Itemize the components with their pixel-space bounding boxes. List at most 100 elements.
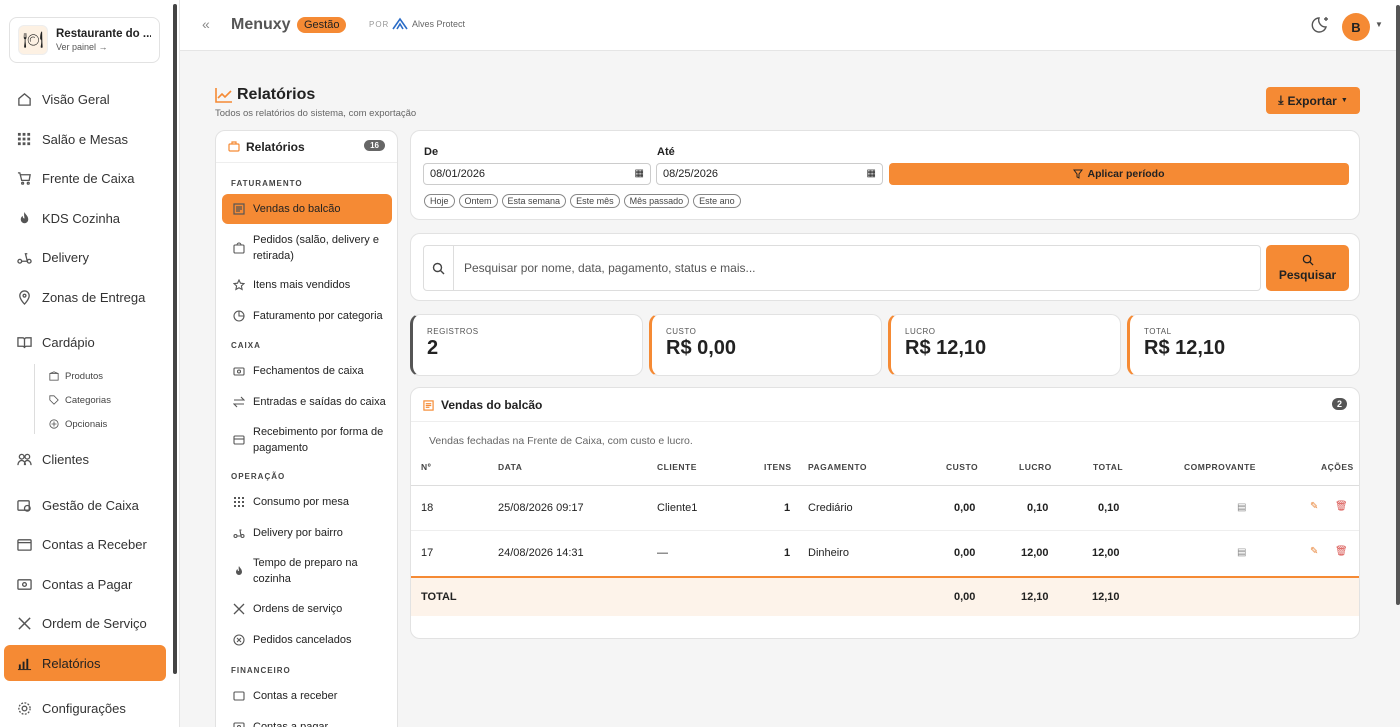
user-avatar[interactable]: B [1342,13,1370,41]
reports-count-badge: 16 [364,140,385,151]
home-icon [16,91,32,107]
receipt-icon [423,399,434,411]
nav-label: Configurações [42,700,126,716]
chip-hoje[interactable]: Hoje [424,194,455,208]
report-itens-mais-vendidos[interactable]: Itens mais vendidos [222,275,392,295]
search-button[interactable]: Pesquisar [1266,245,1349,291]
app-name: Menuxy [231,16,291,33]
nav-label: Contas a Receber [42,536,147,552]
search-input[interactable]: Pesquisar por nome, data, pagamento, sta… [423,245,1261,291]
chevron-down-icon[interactable]: ▼ [1375,20,1383,29]
receipt-doc-icon[interactable]: ▤ [1237,547,1246,558]
subnav-opcionais[interactable]: Opcionais [35,412,164,436]
report-entradas-saidas[interactable]: Entradas e saídas do caixa [222,392,392,412]
report-contas-receber[interactable]: Contas a receber [222,686,392,706]
nav-contas-pagar[interactable]: Contas a Pagar [4,566,166,602]
chip-este-mes[interactable]: Este mês [570,194,620,208]
nav-gestao-caixa[interactable]: Gestão de Caixa [4,487,166,523]
partner-name: Alves Protect [412,19,466,29]
stat-custo: CUSTO R$ 0,00 [649,314,882,376]
nav-salao-mesas[interactable]: Salão e Mesas [4,121,166,157]
report-label: Tempo de preparo na cozinha [253,557,358,585]
col-header-cliente: CLIENTE [657,462,697,472]
collapse-sidebar-icon[interactable]: « [202,16,210,32]
report-pedidos-cancelados[interactable]: Pedidos cancelados [222,630,392,650]
subnav-label: Produtos [65,370,104,382]
report-label: Entradas e saídas do caixa [253,396,386,408]
tag-icon [48,395,59,406]
scooter-icon [16,249,32,265]
theme-toggle-icon[interactable] [1311,15,1331,35]
search-icon [424,246,454,290]
view-panel-link[interactable]: Ver painel → [56,42,151,52]
nav-frente-caixa[interactable]: Frente de Caixa [4,160,166,196]
report-pedidos[interactable]: Pedidos (salão, delivery e retirada) [222,231,392,265]
cash-icon [232,365,245,378]
nav-visao-geral[interactable]: Visão Geral [4,81,166,117]
gear-icon [16,700,32,716]
sidebar-scrollbar[interactable] [173,4,177,674]
report-fechamentos-caixa[interactable]: Fechamentos de caixa [222,361,392,381]
restaurant-switcher[interactable]: 🍽 Restaurante do ... Ver painel → [9,17,160,63]
trash-icon[interactable]: 🗑 [1335,546,1348,557]
nav-zonas-entrega[interactable]: Zonas de Entrega [4,279,166,315]
chip-este-ano[interactable]: Este ano [693,194,741,208]
nav-label: Salão e Mesas [42,131,128,147]
receipt-doc-icon[interactable]: ▤ [1237,502,1246,513]
chip-ontem[interactable]: Ontem [458,194,498,208]
edit-pencil-icon[interactable]: ✎ [1310,501,1318,512]
nav-clientes[interactable]: Clientes [4,441,166,477]
chip-mes-passado[interactable]: Mês passado [623,194,690,208]
report-contas-pagar[interactable]: Contas a pagar [222,717,392,727]
map-pin-icon [16,289,32,305]
report-faturamento-categoria[interactable]: Faturamento por categoria [222,306,392,326]
report-consumo-mesa[interactable]: Consumo por mesa [222,492,392,512]
stat-label: REGISTROS [427,327,479,336]
stat-label: TOTAL [1144,327,1172,336]
nav-cardapio[interactable]: Cardápio [4,324,166,360]
cell-profit: 0,10 [1027,502,1049,514]
divider [411,530,1359,531]
nav-contas-receber[interactable]: Contas a Receber [4,526,166,562]
tools-icon [232,603,245,616]
nav-relatorios[interactable]: Relatórios [4,645,166,681]
x-circle-icon [232,634,245,647]
report-vendas-balcao[interactable]: Vendas do balcão [222,194,392,224]
apply-period-button[interactable]: Aplicar período [889,163,1349,185]
nav-label: Cardápio [42,334,95,350]
powered-by-label: POR [369,20,390,29]
col-header-comprovante: COMPROVANTE [1184,462,1256,472]
nav-ordem-servico[interactable]: Ordem de Serviço [4,605,166,641]
section-caixa: CAIXA [231,341,261,350]
trash-icon[interactable]: 🗑 [1335,501,1348,512]
report-recebimento-forma-pagamento[interactable]: Recebimento por forma de pagamento [222,423,392,457]
report-ordens-servico[interactable]: Ordens de serviço [222,599,392,619]
report-delivery-bairro[interactable]: Delivery por bairro [222,523,392,543]
report-tempo-preparo[interactable]: Tempo de preparo na cozinha [222,554,392,588]
grid-icon [16,131,32,147]
cell-num: 17 [421,547,434,559]
main-scrollbar[interactable] [1396,5,1400,605]
nav-configuracoes[interactable]: Configurações [4,690,166,726]
subnav-categorias[interactable]: Categorias [35,388,164,412]
subnav-label: Categorias [65,394,111,406]
cell-client: Cliente1 [657,502,698,514]
calendar-icon[interactable]: ▦ [867,168,876,179]
edit-pencil-icon[interactable]: ✎ [1310,546,1318,557]
report-label: Recebimento por forma de pagamento [253,426,384,454]
calendar-icon[interactable]: ▦ [635,168,644,179]
col-header-pagamento: PAGAMENTO [808,462,867,472]
subnav-produtos[interactable]: Produtos [35,364,164,388]
chip-esta-semana[interactable]: Esta semana [501,194,567,208]
nav-kds-cozinha[interactable]: KDS Cozinha [4,200,166,236]
to-date-input[interactable]: 08/25/2026 ▦ [656,163,883,185]
cell-payment: Crediário [808,502,853,514]
nav-delivery[interactable]: Delivery [4,239,166,275]
nav-label: Ordem de Serviço [42,615,147,631]
cell-payment: Dinheiro [808,547,849,559]
report-label: Vendas do balcão [253,203,341,215]
pie-chart-icon [232,310,245,323]
export-button[interactable]: ⤓ Exportar ▼ [1266,87,1360,114]
col-header-custo: CUSTO [946,462,979,472]
from-date-input[interactable]: 08/01/2026 ▦ [423,163,651,185]
